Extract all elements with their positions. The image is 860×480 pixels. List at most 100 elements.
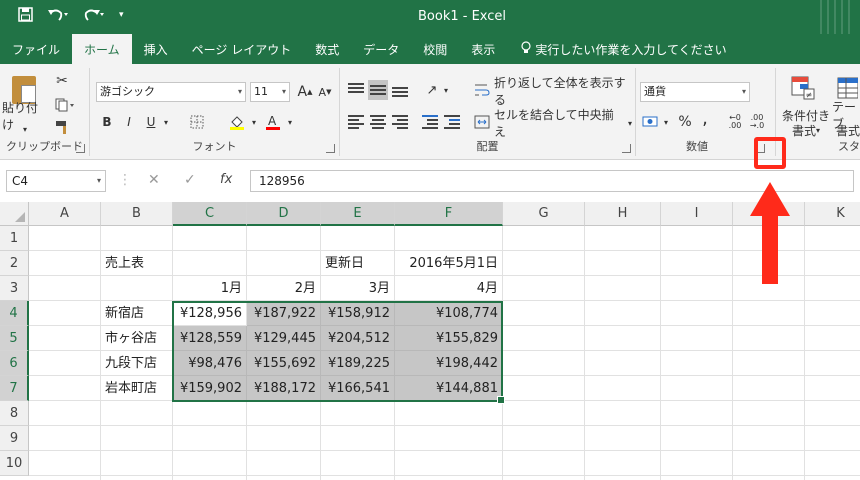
tab-formulas[interactable]: 数式 <box>303 34 351 64</box>
decrease-indent-icon[interactable] <box>420 112 440 132</box>
cancel-icon[interactable]: ✕ <box>148 172 160 188</box>
column-header-b[interactable]: B <box>101 202 173 226</box>
insert-function-icon[interactable]: fx <box>220 172 232 187</box>
alignment-launcher-icon[interactable] <box>622 144 631 153</box>
column-header-d[interactable]: D <box>247 202 321 226</box>
row-header-9[interactable]: 9 <box>0 426 29 451</box>
cell-e6[interactable]: ¥189,225 <box>321 351 395 376</box>
cell-c7[interactable]: ¥159,902 <box>173 376 247 401</box>
merge-center-button[interactable]: セルを結合して中央揃え ▾ <box>474 108 632 139</box>
cell-d6[interactable]: ¥155,692 <box>247 351 321 376</box>
cell-d7[interactable]: ¥188,172 <box>247 376 321 401</box>
clipboard-launcher-icon[interactable] <box>76 144 85 153</box>
middle-align-icon[interactable] <box>368 80 388 100</box>
column-header-a[interactable]: A <box>29 202 101 226</box>
conditional-formatting-icon[interactable]: ≠ <box>788 74 818 102</box>
cell-d3-month[interactable]: 2月 <box>247 276 321 301</box>
cell-c4-active[interactable]: ¥128,956 <box>173 301 247 326</box>
select-all-corner[interactable] <box>0 202 29 226</box>
tab-page-layout[interactable]: ページ レイアウト <box>180 34 304 64</box>
cell-b4-store[interactable]: 新宿店 <box>101 301 173 326</box>
cell-c3-month[interactable]: 1月 <box>173 276 247 301</box>
column-header-g[interactable]: G <box>503 202 585 226</box>
tab-home[interactable]: ホーム <box>72 34 132 64</box>
cell-b5-store[interactable]: 市ヶ谷店 <box>101 326 173 351</box>
font-color-icon[interactable]: A <box>262 112 284 132</box>
row-header-3[interactable]: 3 <box>0 276 29 301</box>
fill-color-icon[interactable] <box>224 112 250 132</box>
font-launcher-icon[interactable] <box>326 144 335 153</box>
cell-f2-updated-value[interactable]: 2016年5月1日 <box>395 251 503 276</box>
name-box[interactable]: C4 ▾ <box>6 170 106 192</box>
orientation-dropdown-icon[interactable]: ▾ <box>442 82 450 98</box>
column-header-h[interactable]: H <box>585 202 661 226</box>
format-as-table-label-2[interactable]: 書式 <box>836 123 860 138</box>
tab-insert[interactable]: 挿入 <box>132 34 180 64</box>
row-header-8[interactable]: 8 <box>0 401 29 426</box>
bottom-align-icon[interactable] <box>390 80 410 100</box>
accounting-format-icon[interactable] <box>640 112 662 132</box>
comma-button[interactable]: , <box>696 108 714 129</box>
increase-indent-icon[interactable] <box>442 112 462 132</box>
paste-dropdown-icon[interactable]: ▾ <box>20 124 30 134</box>
top-align-icon[interactable] <box>346 80 366 100</box>
cell-e7[interactable]: ¥166,541 <box>321 376 395 401</box>
align-right-icon[interactable] <box>390 112 410 132</box>
paste-button[interactable]: 貼り付け <box>2 101 48 132</box>
cell-d4[interactable]: ¥187,922 <box>247 301 321 326</box>
grow-font-button[interactable]: A ▲ <box>296 82 314 102</box>
format-painter-icon[interactable] <box>52 118 72 136</box>
conditional-formatting-label-2[interactable]: 書式 ▾ <box>784 123 828 138</box>
format-as-table-label[interactable]: テーブ <box>832 100 860 131</box>
cell-d5[interactable]: ¥129,445 <box>247 326 321 351</box>
row-header-6[interactable]: 6 <box>0 351 29 376</box>
cell-e4[interactable]: ¥158,912 <box>321 301 395 326</box>
bold-button[interactable]: B <box>98 112 116 132</box>
merge-dropdown-icon[interactable]: ▾ <box>628 119 632 128</box>
cell-c5[interactable]: ¥128,559 <box>173 326 247 351</box>
fill-color-dropdown-icon[interactable]: ▾ <box>250 114 258 130</box>
row-header-4[interactable]: 4 <box>0 301 29 326</box>
font-color-dropdown-icon[interactable]: ▾ <box>286 114 294 130</box>
name-box-dropdown-icon[interactable]: ▾ <box>97 171 101 191</box>
column-header-f[interactable]: F <box>395 202 503 226</box>
column-header-i[interactable]: I <box>661 202 733 226</box>
tab-review[interactable]: 校閲 <box>411 34 459 64</box>
underline-button[interactable]: U <box>142 112 160 132</box>
font-name-select[interactable]: 游ゴシック ▾ <box>96 82 246 102</box>
cell-b7-store[interactable]: 岩本町店 <box>101 376 173 401</box>
column-header-e[interactable]: E <box>321 202 395 226</box>
cell-c6[interactable]: ¥98,476 <box>173 351 247 376</box>
cell-f4[interactable]: ¥108,774 <box>395 301 503 326</box>
cell-e5[interactable]: ¥204,512 <box>321 326 395 351</box>
tab-data[interactable]: データ <box>351 34 411 64</box>
cell-f3-month[interactable]: 4月 <box>395 276 503 301</box>
worksheet-grid[interactable]: A B C D E F G H I J K 1 2 3 4 5 6 7 8 9 … <box>0 202 860 480</box>
align-center-icon[interactable] <box>368 112 388 132</box>
tell-me-box[interactable]: 実行したい作業を入力してください <box>507 34 727 64</box>
row-header-7[interactable]: 7 <box>0 376 29 401</box>
cell-e3-month[interactable]: 3月 <box>321 276 395 301</box>
tab-view[interactable]: 表示 <box>459 34 507 64</box>
underline-dropdown-icon[interactable]: ▾ <box>162 114 170 130</box>
decrease-decimal-icon[interactable]: .00 →.0 <box>746 112 768 132</box>
cell-e2-updated-label[interactable]: 更新日 <box>321 251 395 276</box>
row-header-1[interactable]: 1 <box>0 226 29 251</box>
tab-file[interactable]: ファイル <box>0 34 72 64</box>
cell-b6-store[interactable]: 九段下店 <box>101 351 173 376</box>
percent-button[interactable]: % <box>676 112 694 132</box>
cut-icon[interactable]: ✂ <box>52 72 72 90</box>
orientation-icon[interactable]: ↗ <box>422 80 442 100</box>
column-header-k[interactable]: K <box>805 202 860 226</box>
font-size-select[interactable]: 11 ▾ <box>250 82 290 102</box>
wrap-text-button[interactable]: 折り返して全体を表示する <box>474 76 632 107</box>
cell-f5[interactable]: ¥155,829 <box>395 326 503 351</box>
border-icon[interactable] <box>184 112 210 132</box>
shrink-font-button[interactable]: A ▼ <box>316 82 334 102</box>
increase-decimal-icon[interactable]: ←0.00 <box>724 112 746 132</box>
row-header-5[interactable]: 5 <box>0 326 29 351</box>
italic-button[interactable]: I <box>120 112 138 132</box>
number-format-select[interactable]: 通貨 ▾ <box>640 82 750 102</box>
row-header-10[interactable]: 10 <box>0 451 29 476</box>
cell-b2-title[interactable]: 売上表 <box>101 251 173 276</box>
